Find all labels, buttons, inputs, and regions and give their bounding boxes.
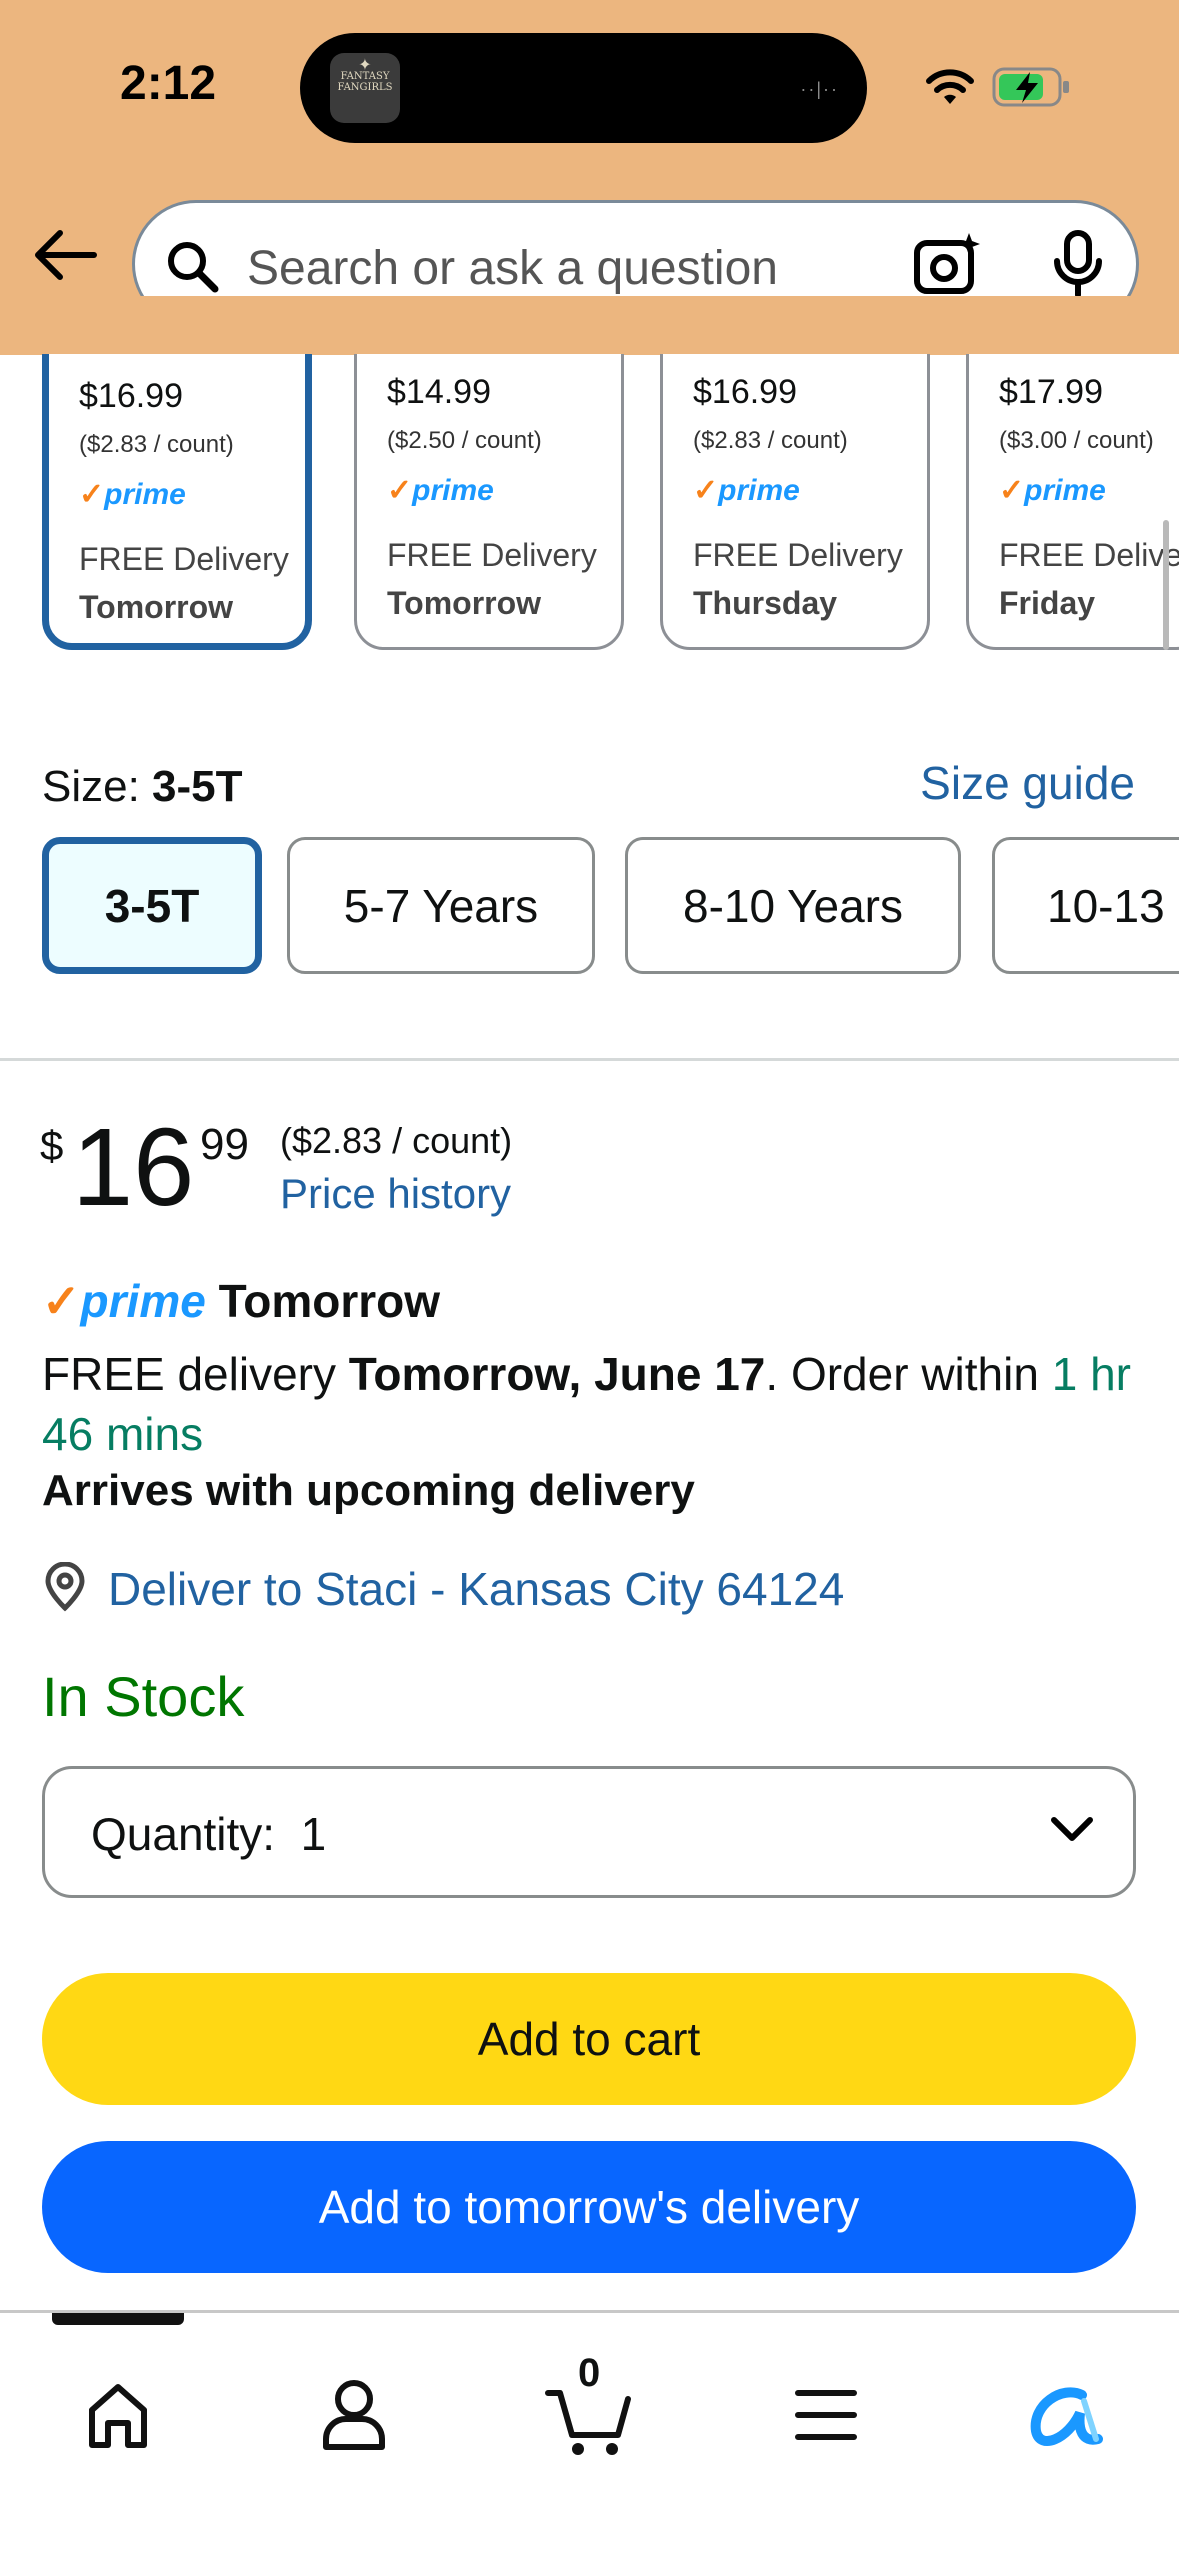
prime-logo: prime — [80, 1275, 206, 1327]
delivery-date: Tomorrow, June 17 — [348, 1348, 766, 1400]
active-tab-indicator — [52, 2313, 184, 2325]
variant-unit-price: ($2.83 / count) — [693, 427, 848, 454]
size-guide-link[interactable]: Size guide — [920, 756, 1135, 810]
variant-delivery: FREE Delivery — [387, 537, 597, 573]
prime-check-icon: ✓ — [693, 474, 719, 507]
app-badge: ✦ FANTASY FANGIRLS — [330, 53, 400, 123]
quantity-value: 1 — [300, 1808, 327, 1860]
back-arrow-icon[interactable] — [30, 228, 100, 282]
prime-check-icon: ✓ — [999, 474, 1025, 507]
location-pin-icon — [45, 1562, 85, 1612]
size-option-8-10-years[interactable]: 8-10 Years — [625, 837, 961, 974]
variant-delivery: FREE Delivery — [999, 537, 1179, 573]
size-selected-value: 3-5T — [152, 762, 243, 811]
prime-badge: ✓prime — [387, 474, 494, 507]
size-option-5-7-years[interactable]: 5-7 Years — [287, 837, 595, 974]
variant-price: $16.99 — [693, 373, 797, 411]
variant-card-2[interactable]: $14.99 ($2.50 / count) ✓prime FREE Deliv… — [354, 310, 624, 650]
island-activity-icon: ··|·· — [800, 79, 839, 99]
variant-card-3[interactable]: $16.99 ($2.83 / count) ✓prime FREE Deliv… — [660, 310, 930, 650]
quantity-label: Quantity: 1 — [91, 1808, 327, 1860]
menu-icon[interactable] — [766, 2355, 886, 2465]
chevron-down-icon — [1051, 1817, 1093, 1841]
prime-badge: ✓prime — [999, 474, 1106, 507]
home-icon[interactable] — [58, 2355, 178, 2465]
search-icon — [168, 242, 219, 293]
prime-badge: ✓prime — [79, 478, 186, 511]
account-icon[interactable] — [294, 2355, 414, 2465]
microphone-icon[interactable] — [1051, 229, 1105, 299]
variant-unit-price: ($3.00 / count) — [999, 427, 1154, 454]
size-option-10-13[interactable]: 10-13 — [992, 837, 1179, 974]
price-history-link[interactable]: Price history — [280, 1170, 511, 1218]
variant-price: $14.99 — [387, 373, 491, 411]
delivery-message: FREE delivery Tomorrow, June 17. Order w… — [42, 1348, 1131, 1460]
variant-price: $16.99 — [79, 377, 183, 415]
prime-check-icon: ✓ — [42, 1275, 81, 1327]
header-overlap-strip — [0, 296, 1179, 354]
arrives-note: Arrives with upcoming delivery — [42, 1466, 695, 1515]
status-time: 2:12 — [120, 57, 217, 110]
variant-delivery-day: Friday — [999, 585, 1096, 621]
battery-charging-icon — [992, 67, 1069, 107]
wifi-icon — [926, 69, 974, 104]
cart-icon — [545, 2390, 631, 2455]
search-placeholder: Search or ask a question — [247, 242, 778, 295]
variant-unit-price: ($2.50 / count) — [387, 427, 542, 454]
bottom-nav: 0 — [0, 2310, 1179, 2556]
size-option-3-5t[interactable]: 3-5T — [42, 837, 262, 974]
prime-delivery-day: Tomorrow — [218, 1275, 441, 1327]
variant-card-1[interactable]: $16.99 ($2.83 / count) ✓prime FREE Deliv… — [42, 310, 312, 650]
price-whole: 16 — [72, 1106, 195, 1229]
variant-delivery-day: Tomorrow — [387, 585, 542, 621]
rufus-ai-icon[interactable] — [1002, 2355, 1122, 2465]
quantity-select[interactable]: Quantity: 1 — [42, 1766, 1136, 1898]
app-badge-art: ✦ — [358, 55, 372, 74]
unit-price: ($2.83 / count) — [280, 1120, 513, 1161]
prime-delivery-row: ✓prime Tomorrow — [42, 1274, 440, 1328]
horizontal-scrollbar[interactable] — [1163, 520, 1169, 650]
camera-lens-icon[interactable] — [913, 231, 983, 297]
variant-delivery-day: Thursday — [693, 585, 838, 621]
app-badge-text: FANTASY FANGIRLS — [337, 71, 393, 93]
variant-card-4[interactable]: $17.99 ($3.00 / count) ✓prime FREE Deliv… — [966, 310, 1179, 650]
prime-check-icon: ✓ — [79, 478, 105, 511]
price-currency: $ — [40, 1122, 64, 1169]
size-label: Size: 3-5T — [42, 762, 243, 811]
price-fraction: 99 — [200, 1120, 249, 1169]
deliver-to-link[interactable]: Deliver to Staci - Kansas City 64124 — [108, 1562, 844, 1616]
add-to-cart-button[interactable]: Add to cart — [42, 1973, 1136, 2105]
cart-tab[interactable]: 0 — [530, 2351, 650, 2465]
prime-badge: ✓prime — [693, 474, 800, 507]
variant-delivery-day: Tomorrow — [79, 589, 234, 625]
variant-unit-price: ($2.83 / count) — [79, 431, 234, 458]
prime-check-icon: ✓ — [387, 474, 413, 507]
add-to-tomorrow-delivery-button[interactable]: Add to tomorrow's delivery — [42, 2141, 1136, 2273]
variant-delivery: FREE Delivery — [79, 541, 289, 577]
dynamic-island: ✦ FANTASY FANGIRLS ··|·· — [300, 33, 867, 143]
variant-price: $17.99 — [999, 373, 1103, 411]
stock-status: In Stock — [42, 1665, 245, 1728]
section-divider — [0, 1058, 1179, 1061]
variant-delivery: FREE Delivery — [693, 537, 903, 573]
